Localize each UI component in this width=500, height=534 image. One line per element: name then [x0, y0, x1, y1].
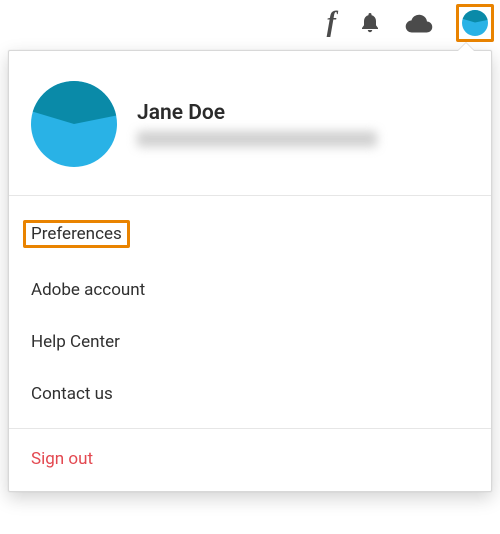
menu-item-label: Preferences: [23, 220, 130, 248]
bell-icon[interactable]: [358, 11, 382, 35]
profile-dropdown: Jane Doe Preferences Adobe account Help …: [8, 50, 492, 492]
cloud-icon[interactable]: [404, 13, 434, 33]
topbar: f: [0, 0, 500, 46]
menu-list: Preferences Adobe account Help Center Co…: [9, 196, 491, 429]
menu-item-label: Help Center: [31, 332, 120, 352]
user-email-redacted: [137, 131, 377, 147]
signout-label: Sign out: [31, 449, 93, 469]
menu-item-sign-out[interactable]: Sign out: [9, 429, 491, 491]
menu-item-adobe-account[interactable]: Adobe account: [9, 264, 491, 316]
user-block: Jane Doe: [9, 51, 491, 196]
fonts-icon[interactable]: f: [327, 9, 336, 37]
menu-item-contact-us[interactable]: Contact us: [9, 368, 491, 420]
menu-item-help-center[interactable]: Help Center: [9, 316, 491, 368]
menu-item-label: Adobe account: [31, 280, 145, 300]
user-info: Jane Doe: [137, 101, 469, 147]
menu-item-label: Contact us: [31, 384, 113, 404]
avatar-icon: [31, 81, 117, 167]
menu-item-preferences[interactable]: Preferences: [9, 204, 491, 264]
user-name: Jane Doe: [137, 101, 469, 125]
profile-avatar-button[interactable]: [456, 4, 494, 42]
avatar-icon: [462, 10, 488, 36]
